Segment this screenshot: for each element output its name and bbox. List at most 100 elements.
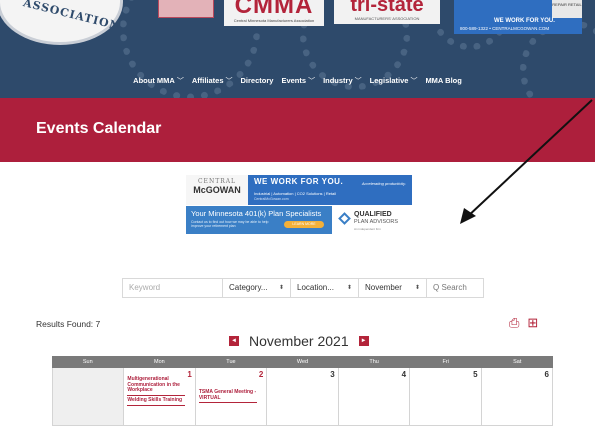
chevron-down-icon: ﹀ — [225, 78, 233, 85]
category-select-value: Category... — [229, 283, 268, 292]
calendar-day-empty — [52, 368, 125, 426]
day-number: 4 — [401, 370, 407, 379]
print-icon[interactable]: ⎙ — [509, 316, 519, 330]
page-title: Events Calendar — [36, 120, 162, 137]
select-arrows-icon: ⬍ — [278, 285, 284, 291]
weekday-fri: Fri — [442, 359, 449, 365]
calendar-day-1[interactable]: 1 Multigenerational Communication in the… — [124, 368, 196, 426]
calendar-grid: 1 Multigenerational Communication in the… — [52, 368, 553, 426]
weekday-mon: Mon — [154, 359, 165, 365]
nav-about-mma[interactable]: About MMA ﹀ — [129, 72, 188, 90]
select-arrows-icon: ⬍ — [346, 285, 352, 291]
mcgowan-ad-sub: Industrial | Automation | CO2 Solutions … — [254, 191, 337, 196]
location-select[interactable]: Location... ⬍ — [291, 279, 359, 297]
month-title: November 2021 — [249, 333, 349, 349]
diamond-logo-icon — [338, 212, 351, 225]
nav-label: About MMA — [133, 76, 175, 85]
tristate-logo[interactable]: tri-state MANUFACTURERS' ASSOCIATION — [334, 0, 440, 24]
mcgowan-ad-body: WE WORK FOR YOU. Industrial | Automation… — [248, 175, 412, 205]
calendar-day-3[interactable]: 3 — [267, 368, 339, 426]
nav-industry[interactable]: Industry ﹀ — [319, 72, 366, 90]
tristate-logo-name: tri-state — [350, 0, 424, 16]
day-number: 3 — [330, 370, 335, 379]
day-number: 6 — [544, 370, 549, 379]
chevron-down-icon: ﹀ — [176, 78, 184, 85]
weekday-wed: Wed — [296, 359, 309, 365]
event-link[interactable]: Multigenerational Communication in the W… — [127, 376, 186, 396]
nav-affiliates[interactable]: Affiliates ﹀ — [188, 72, 237, 90]
nav-label: MMA Blog — [425, 76, 462, 85]
keyword-input[interactable]: Keyword — [123, 279, 223, 297]
event-link[interactable]: Welding Skills Training — [127, 397, 186, 406]
nav-label: Affiliates — [191, 76, 224, 85]
month-select[interactable]: November ⬍ — [359, 279, 427, 297]
results-count: Results Found: 7 — [36, 319, 101, 329]
calendar-tools: ⎙ ⊞ — [509, 316, 538, 330]
partner-badge[interactable] — [158, 0, 214, 18]
chevron-down-icon: ﹀ — [410, 78, 418, 85]
401k-ad-headline: Your Minnesota 401(k) Plan Specialists — [191, 209, 322, 218]
category-select[interactable]: Category... ⬍ — [223, 279, 291, 297]
mcgowan-logo-top: CENTRAL — [197, 178, 237, 185]
chevron-down-icon: ﹀ — [308, 78, 316, 85]
tristate-logo-sub: MANUFACTURERS' ASSOCIATION — [354, 16, 420, 21]
day-number: 2 — [258, 370, 264, 379]
mcgowan-ad-url: CentralMcGowan.com — [254, 197, 289, 201]
month-navigation: ◄ November 2021 ► — [229, 333, 369, 349]
next-month-button[interactable]: ► — [358, 336, 369, 346]
prev-month-button[interactable]: ◄ — [229, 336, 239, 346]
cmma-logo-name: CMMA — [234, 0, 314, 19]
header-ad-banner[interactable]: REPAIR RETAIL WE WORK FOR YOU. 800-589-1… — [454, 0, 582, 34]
401k-brand-2: PLAN ADVISORS — [354, 219, 399, 225]
nav-mma-blog[interactable]: MMA Blog — [421, 72, 465, 90]
annotation-arrow-icon — [460, 99, 593, 224]
calendar-day-5[interactable]: 5 — [410, 368, 482, 426]
401k-ad-brand: QUALIFIED PLAN ADVISORS An independent f… — [332, 206, 412, 234]
mcgowan-ad[interactable]: CENTRAL McGOWAN WE WORK FOR YOU. Industr… — [186, 175, 412, 205]
calendar-day-6[interactable]: 6 — [481, 368, 553, 426]
mcgowan-ad-headline: WE WORK FOR YOU. — [254, 177, 344, 186]
day-number: 1 — [187, 370, 192, 379]
event-filter-bar: Keyword Category... ⬍ Location... ⬍ Nove… — [122, 278, 484, 298]
nav-directory[interactable]: Directory — [237, 72, 278, 90]
401k-brand-3: An independent firm — [354, 227, 381, 231]
weekday-sun: Sun — [82, 359, 93, 365]
mcgowan-ad-logo: CENTRAL McGOWAN — [186, 175, 248, 205]
weekday-thu: Thu — [369, 359, 379, 365]
nav-label: Directory — [240, 76, 274, 85]
month-select-value: November — [365, 283, 402, 292]
grid-view-icon[interactable]: ⊞ — [527, 316, 538, 330]
nav-events[interactable]: Events ﹀ — [277, 72, 319, 90]
search-button[interactable]: Q Search — [427, 279, 483, 297]
cmma-logo[interactable]: CMMA Central Minnesota Manufacturers Ass… — [224, 0, 324, 26]
nav-label: Legislative — [369, 76, 409, 85]
main-nav: About MMA ﹀ Affiliates ﹀ Directory Events ﹀… — [0, 72, 595, 90]
401k-ad[interactable]: Your Minnesota 401(k) Plan Specialists C… — [186, 206, 412, 234]
location-select-value: Location... — [297, 283, 334, 292]
calendar-day-4[interactable]: 4 — [338, 368, 411, 426]
calendar-weekday-header: Sun Mon Tue Wed Thu Fri Sat — [52, 356, 553, 368]
weekday-sat: Sat — [513, 359, 522, 365]
header-ad-contact: 800-589-1322 • CENTRALMCGOWAN.COM — [460, 26, 550, 31]
401k-brand-1: QUALIFIED — [354, 211, 392, 218]
nav-label: Events — [281, 76, 307, 85]
association-logo-text: ASSOCIATION — [21, 0, 122, 33]
header-ad-headline: WE WORK FOR YOU. — [494, 18, 555, 24]
nav-label: Industry — [323, 76, 353, 85]
401k-ad-left: Your Minnesota 401(k) Plan Specialists C… — [186, 206, 332, 234]
calendar-day-2[interactable]: 2 TSMA General Meeting - VIRTUAL — [195, 368, 268, 426]
day-number: 5 — [473, 370, 478, 379]
event-link[interactable]: TSMA General Meeting - VIRTUAL — [198, 389, 257, 403]
mcgowan-ad-tagline: Accelerating productivity. — [361, 181, 406, 186]
cmma-logo-sub: Central Minnesota Manufacturers Associat… — [233, 18, 315, 23]
nav-legislative[interactable]: Legislative ﹀ — [366, 72, 422, 90]
chevron-down-icon: ﹀ — [354, 78, 362, 85]
header-ad-side: REPAIR RETAIL — [552, 0, 582, 18]
select-arrows-icon: ⬍ — [414, 285, 420, 291]
mcgowan-logo-main: McGOWAN — [193, 185, 241, 195]
weekday-tue: Tue — [226, 359, 236, 365]
401k-ad-sub: Contact us to find out how we may be abl… — [191, 220, 269, 228]
learn-more-button[interactable]: LEARN MORE — [284, 221, 324, 228]
site-header: ASSOCIATION CMMA Central Minnesota Manuf… — [0, 0, 595, 98]
association-logo[interactable]: ASSOCIATION — [0, 0, 122, 42]
